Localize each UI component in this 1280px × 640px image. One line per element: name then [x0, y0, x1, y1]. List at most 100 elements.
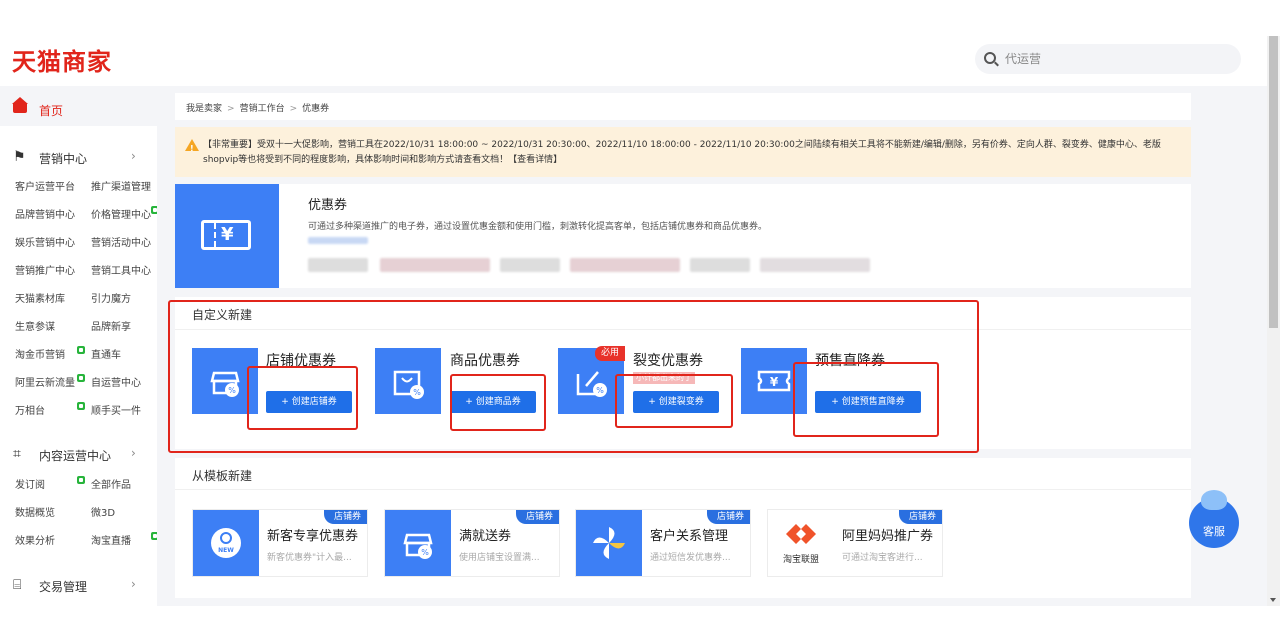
- blurred-content: [570, 258, 680, 272]
- template-desc: 新客优惠券"计入最...: [267, 553, 352, 563]
- template-card-full-gift[interactable]: % 满就送券 使用店铺宝设置满... 店铺券: [384, 509, 560, 577]
- sidebar-subitem[interactable]: 阿里云新流量: [15, 374, 75, 389]
- search-icon: [984, 52, 996, 64]
- new-badge-icon: [77, 476, 85, 484]
- template-desc: 可通过淘宝客进行...: [842, 553, 923, 563]
- section-label: 营销中心: [39, 152, 88, 166]
- chevron-right-icon: ›: [131, 577, 136, 591]
- sidebar-subitem[interactable]: 发订阅: [15, 476, 45, 491]
- breadcrumb-item[interactable]: 我是卖家: [186, 104, 222, 114]
- blurred-content: [308, 237, 368, 244]
- section-label: 内容运营中心: [39, 449, 112, 463]
- template-title: 阿里妈妈推广券: [842, 529, 934, 544]
- page-title: 优惠券: [308, 198, 348, 213]
- megaphone-icon: ⚑: [13, 149, 26, 165]
- sidebar-subitem[interactable]: 营销推广中心: [15, 262, 75, 277]
- sidebar-subitem[interactable]: 品牌新享: [91, 318, 131, 333]
- breadcrumb-item[interactable]: 营销工作台: [240, 104, 285, 114]
- sidebar-subitem[interactable]: 微3D: [91, 504, 115, 519]
- sidebar-subitem[interactable]: 生意参谋: [15, 318, 55, 333]
- blurred-content: [690, 258, 750, 272]
- receipt-icon: ⌸: [13, 577, 22, 593]
- chevron-right-icon: ›: [131, 149, 136, 163]
- template-card-alimama[interactable]: 淘宝联盟 阿里妈妈推广券 可通过淘宝客进行... 店铺券: [767, 509, 943, 577]
- blurred-content: [308, 258, 368, 272]
- scroll-down-icon[interactable]: [1270, 598, 1276, 602]
- template-card-crm[interactable]: 客户关系管理 通过短信发优惠券... 店铺券: [575, 509, 751, 577]
- annotation-box: [793, 362, 939, 437]
- sidebar-subitem[interactable]: 直通车: [91, 346, 121, 361]
- template-desc: 通过短信发优惠券...: [650, 553, 731, 563]
- blurred-content: [380, 258, 490, 272]
- taobao-union-logo-icon: 淘宝联盟: [768, 510, 834, 576]
- chevron-right-icon: ›: [131, 446, 136, 460]
- sidebar-subitem[interactable]: 顺手买一件: [91, 402, 141, 417]
- sidebar-subitem[interactable]: 效果分析: [15, 532, 55, 547]
- template-section: 从模板新建 NEW 新客专享优惠券 新客优惠券"计入最... 店铺券 % 满就送…: [175, 458, 1191, 598]
- sidebar: 首页 ⚑ 营销中心 › 客户运营平台 推广渠道管理 品牌营销中心 价格管理中心 …: [0, 86, 159, 606]
- sidebar-subitem[interactable]: 天猫素材库: [15, 290, 65, 305]
- scrollbar-thumb[interactable]: [1269, 36, 1278, 328]
- sidebar-subitem[interactable]: 娱乐营销中心: [15, 234, 75, 249]
- sidebar-section-trade[interactable]: ⌸ 交易管理 ›: [0, 574, 157, 598]
- annotation-box: [450, 374, 546, 431]
- svg-text:%: %: [421, 548, 429, 557]
- elephant-icon: [1201, 490, 1227, 510]
- logo[interactable]: 天猫商家: [12, 42, 112, 77]
- top-header: 天猫商家: [0, 0, 1268, 86]
- breadcrumb: 我是卖家 > 营销工作台 > 优惠券: [175, 93, 1191, 120]
- store-coupon-tag: 店铺券: [515, 510, 559, 524]
- template-card-new-customer[interactable]: NEW 新客专享优惠券 新客优惠券"计入最... 店铺券: [192, 509, 368, 577]
- sidebar-subitem[interactable]: 推广渠道管理: [91, 178, 151, 193]
- notice-banner: 【非常重要】受双十一大促影响，营销工具在2022/10/31 18:00:00 …: [175, 127, 1191, 177]
- store-coupon-tag: 店铺券: [706, 510, 750, 524]
- sidebar-item-home[interactable]: 首页: [0, 86, 157, 126]
- sidebar-subitem[interactable]: 价格管理中心: [91, 206, 151, 221]
- sidebar-subitem[interactable]: 营销工具中心: [91, 262, 151, 277]
- sidebar-subitem[interactable]: 全部作品: [91, 476, 131, 491]
- home-icon: [12, 97, 28, 113]
- blurred-content: [500, 258, 560, 272]
- sidebar-subitem[interactable]: 淘金币营销: [15, 346, 65, 361]
- annotation-box: [615, 374, 733, 428]
- pinwheel-icon: [576, 510, 642, 576]
- svg-text:淘宝联盟: 淘宝联盟: [783, 553, 819, 565]
- notice-text: 【非常重要】受双十一大促影响，营销工具在2022/10/31 18:00:00 …: [203, 140, 1161, 165]
- store-coupon-tag: 店铺券: [898, 510, 942, 524]
- sidebar-item-label: 首页: [39, 104, 64, 118]
- sidebar-subitem[interactable]: 数据概览: [15, 504, 55, 519]
- annotation-box: [247, 366, 358, 430]
- sidebar-subitem[interactable]: 自运营中心: [91, 374, 141, 389]
- hash-icon: ⌗: [13, 446, 21, 462]
- template-title: 满就送券: [459, 529, 512, 544]
- search-input[interactable]: [1005, 49, 1225, 69]
- sidebar-subitem[interactable]: 淘宝直播: [91, 532, 131, 547]
- section-label: 交易管理: [39, 580, 88, 594]
- sidebar-subitem[interactable]: 营销活动中心: [91, 234, 151, 249]
- template-title: 新客专享优惠券: [267, 529, 359, 544]
- customer-service-button[interactable]: 客服: [1189, 490, 1239, 548]
- new-badge-icon: [77, 374, 85, 382]
- sidebar-subitem[interactable]: 万相台: [15, 402, 45, 417]
- sidebar-subitem[interactable]: 引力魔方: [91, 290, 131, 305]
- coupon-intro: ¥ 优惠券 可通过多种渠道推广的电子券，通过设置优惠金额和使用门槛，刺激转化提高…: [175, 184, 1191, 288]
- template-title: 客户关系管理: [650, 529, 729, 544]
- svg-text:NEW: NEW: [218, 547, 234, 554]
- sidebar-subitem[interactable]: 客户运营平台: [15, 178, 75, 193]
- new-customer-icon: NEW: [193, 510, 259, 576]
- sidebar-subitem[interactable]: 品牌营销中心: [15, 206, 75, 221]
- breadcrumb-item: 优惠券: [302, 104, 330, 114]
- page-scrollbar[interactable]: [1267, 36, 1280, 606]
- warning-icon: [185, 139, 199, 156]
- sidebar-section-content[interactable]: ⌗ 内容运营中心 ›: [0, 443, 157, 467]
- sidebar-section-marketing[interactable]: ⚑ 营销中心 ›: [0, 146, 157, 170]
- new-badge-icon: [77, 402, 85, 410]
- coupon-icon: ¥: [175, 184, 279, 288]
- store-coupon-tag: 店铺券: [323, 510, 367, 524]
- customer-service-label: 客服: [1203, 525, 1225, 538]
- template-desc: 使用店铺宝设置满...: [459, 553, 540, 563]
- store-icon: %: [385, 510, 451, 576]
- section-title: 从模板新建: [192, 469, 253, 483]
- blurred-content: [760, 258, 870, 272]
- search-box[interactable]: [975, 44, 1241, 74]
